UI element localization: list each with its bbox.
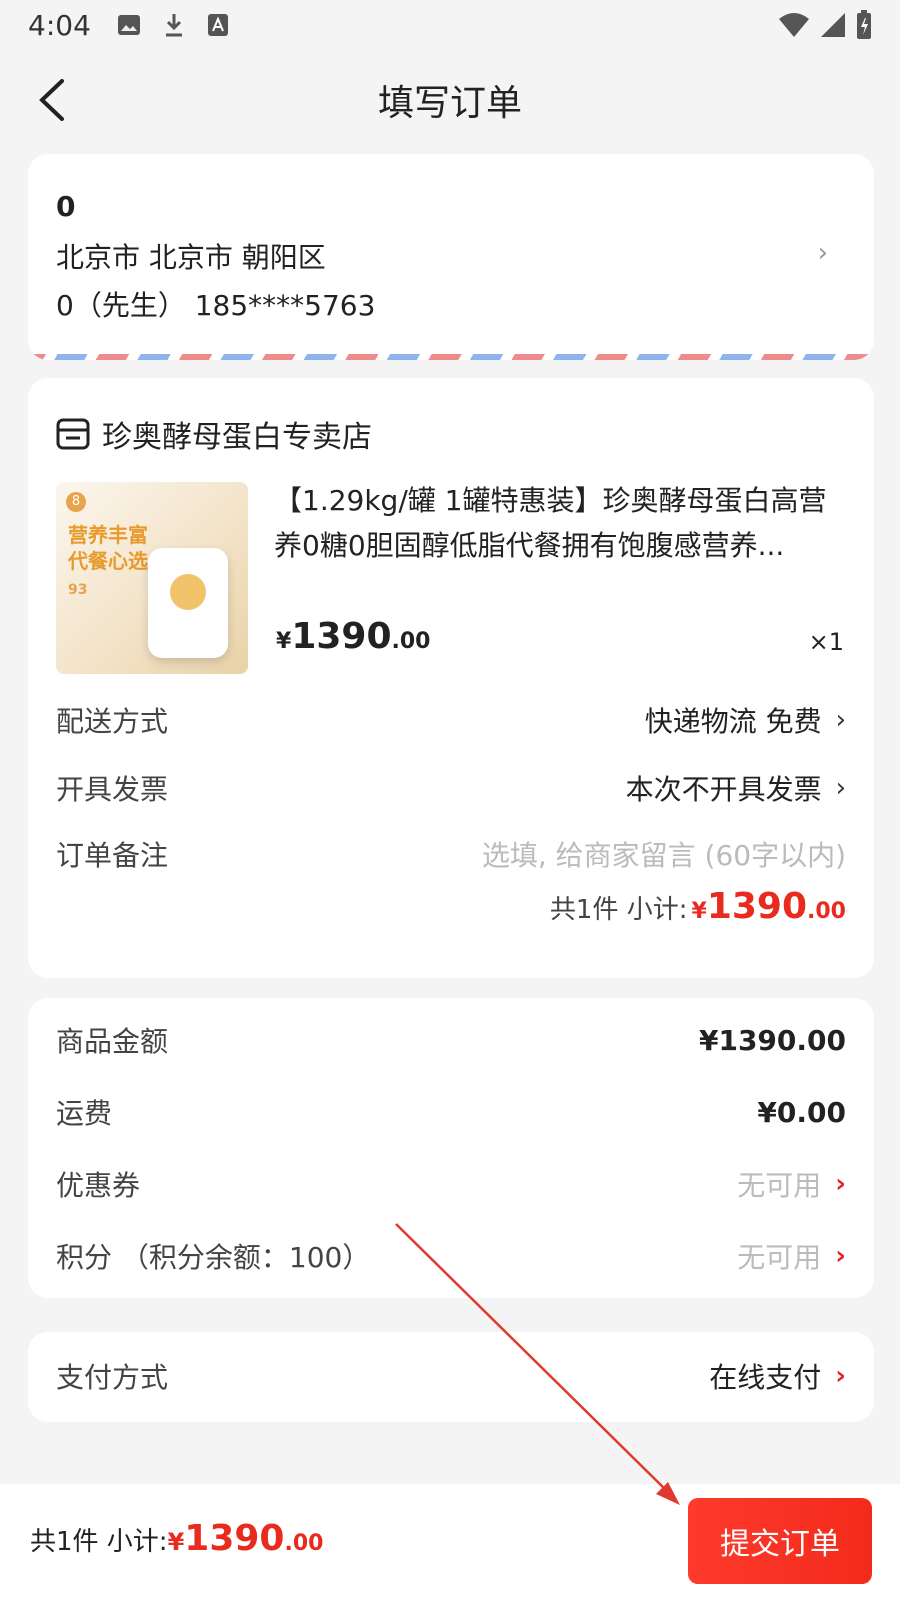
battery-icon (857, 10, 871, 39)
invoice-row[interactable]: 开具发票 本次不开具发票 › (56, 768, 846, 808)
price-int: 1390 (291, 616, 392, 657)
subtotal-symbol: ¥ (691, 899, 707, 924)
bottom-prefix: 共1件 小计: (30, 1527, 168, 1557)
summary-card: 商品金额 ¥1390.00 运费 ¥0.00 优惠券 无可用 › 积分 （积分余额… (28, 998, 874, 1298)
chevron-right-icon: › (835, 773, 846, 803)
payment-row[interactable]: 支付方式 在线支付 › (56, 1356, 846, 1396)
download-icon (165, 14, 182, 37)
address-name: 0 (56, 190, 76, 223)
payment-value: 在线支付 (709, 1361, 822, 1394)
chevron-right-icon: › (835, 705, 846, 735)
chevron-right-icon: › (835, 1241, 846, 1271)
remark-row: 订单备注 选填, 给商家留言 (60字以内) (56, 834, 846, 874)
points-label: 积分 （积分余额：100） (56, 1241, 371, 1274)
wifi-icon (779, 13, 809, 37)
invoice-label: 开具发票 (56, 773, 169, 806)
product-quantity: ×1 (808, 628, 844, 656)
coupon-row[interactable]: 优惠券 无可用 › (56, 1164, 846, 1204)
shop-header[interactable]: 珍奥酵母蛋白专卖店 (56, 412, 372, 456)
font-icon (207, 14, 228, 36)
delivery-value-wrap: 快递物流 免费 › (645, 700, 846, 740)
delivery-value: 快递物流 免费 (644, 705, 822, 738)
image-icon (117, 15, 140, 35)
delivery-label: 配送方式 (56, 705, 169, 738)
invoice-value: 本次不开具发票 (625, 773, 822, 806)
shop-icon (56, 418, 90, 450)
goods-amount-row: 商品金额 ¥1390.00 (56, 1020, 846, 1060)
shipping-label: 运费 (56, 1097, 113, 1130)
invoice-value-wrap: 本次不开具发票 › (626, 768, 846, 808)
remark-input[interactable]: 选填, 给商家留言 (60字以内) (482, 834, 846, 874)
points-row[interactable]: 积分 （积分余额：100） 无可用 › (56, 1236, 846, 1276)
payment-label: 支付方式 (56, 1361, 169, 1394)
product-image[interactable]: 8 营养丰富 代餐心选 93 (56, 482, 248, 674)
back-icon[interactable] (34, 77, 74, 123)
points-value-wrap: 无可用 › (737, 1236, 846, 1276)
shipping-value: ¥0.00 (757, 1095, 846, 1129)
submit-order-button[interactable]: 提交订单 (688, 1498, 872, 1584)
shop-subtotal: 共1件 小计: ¥1390.00 (550, 886, 846, 927)
signal-icon (821, 13, 845, 37)
bottom-symbol: ¥ (167, 1528, 185, 1556)
status-time: 4:04 (28, 8, 91, 42)
bottom-total: 共1件 小计: ¥1390.00 (30, 1518, 323, 1559)
product-title[interactable]: 【1.29kg/罐 1罐特惠装】珍奥酵母蛋白高营养0糖0胆固醇低脂代餐拥有饱腹感… (274, 478, 846, 568)
product-jar (148, 548, 228, 658)
address-contact: 0（先生） 185****5763 (56, 289, 376, 322)
nav-bar: 填写订单 (0, 55, 900, 145)
price-dec: .00 (391, 629, 431, 654)
goods-amount-value: ¥1390.00 (698, 1023, 846, 1057)
subtotal-int: 1390 (706, 886, 808, 927)
chevron-right-icon: › (835, 1361, 846, 1391)
payment-value-wrap: 在线支付 › (709, 1356, 846, 1396)
address-card[interactable]: 0 北京市 北京市 朝阳区 0（先生） 185****5763 › (28, 154, 874, 360)
subtotal-prefix: 共1件 小计: (549, 895, 688, 925)
product-price: ¥1390.00 (276, 616, 431, 657)
delivery-row[interactable]: 配送方式 快递物流 免费 › (56, 700, 846, 740)
status-bar: 4:04 (0, 0, 900, 50)
bottom-bar: 共1件 小计: ¥1390.00 提交订单 (0, 1484, 900, 1600)
product-image-text: 营养丰富 代餐心选 (68, 523, 148, 573)
payment-card[interactable]: 支付方式 在线支付 › (28, 1332, 874, 1422)
shop-card: 珍奥酵母蛋白专卖店 8 营养丰富 代餐心选 93 【1.29kg/罐 1罐特惠装… (28, 378, 874, 978)
remark-label: 订单备注 (56, 839, 169, 872)
points-value: 无可用 (737, 1241, 822, 1274)
subtotal-dec: .00 (807, 899, 846, 924)
airmail-border (28, 354, 874, 360)
bottom-int: 1390 (184, 1518, 285, 1559)
shop-name: 珍奥酵母蛋白专卖店 (102, 420, 372, 455)
price-symbol: ¥ (276, 629, 292, 654)
coupon-value: 无可用 (737, 1169, 822, 1202)
address-region: 北京市 北京市 朝阳区 (56, 241, 326, 274)
goods-amount-label: 商品金额 (56, 1025, 169, 1058)
coupon-value-wrap: 无可用 › (737, 1164, 846, 1204)
coupon-label: 优惠券 (56, 1169, 141, 1202)
chevron-right-icon: › (835, 1169, 846, 1199)
shipping-row: 运费 ¥0.00 (56, 1092, 846, 1132)
chevron-right-icon: › (817, 238, 828, 268)
product-image-badge: 8 (66, 492, 86, 512)
product-image-number: 93 (68, 582, 88, 598)
bottom-dec: .00 (284, 1531, 324, 1556)
page-title: 填写订单 (377, 83, 522, 124)
